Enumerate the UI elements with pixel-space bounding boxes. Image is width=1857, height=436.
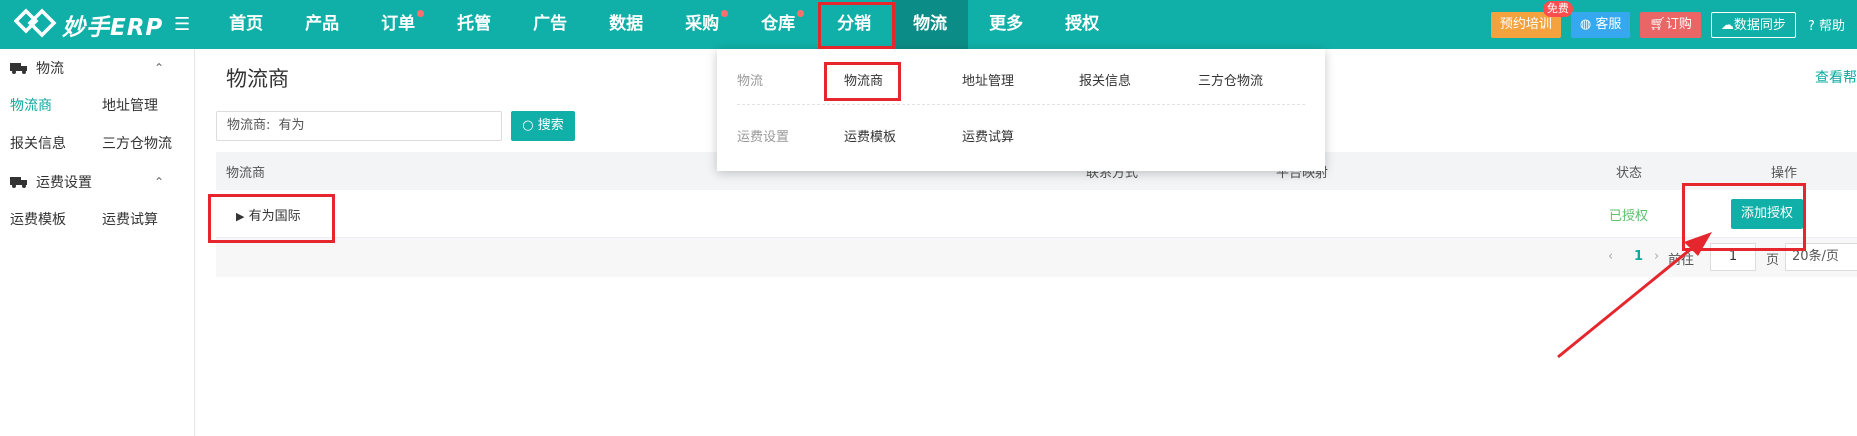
cart-icon: 🛒︎ [1649,16,1666,32]
dropdown-row-logistics: 物流 物流商 地址管理 报关信息 三方仓物流 [737,49,1305,105]
header-provider: 物流商 [226,165,266,181]
dropdown-group-label: 物流 [737,74,764,89]
truck-icon [10,63,27,74]
dropdown-item-3pl[interactable]: 三方仓物流 [1198,70,1263,89]
sidebar-item-3pl[interactable]: 三方仓物流 [92,125,184,163]
sidebar: 物流 ⌃ 物流商 地址管理 报关信息 三方仓物流 运费设置 ⌃ 运费模板 运费试… [0,49,195,436]
next-page-icon[interactable]: › [1654,249,1659,264]
nav-item-logistics[interactable]: 物流 [892,0,969,49]
nav-item-warehouse[interactable]: 仓库 [740,0,816,49]
dropdown-row-freight: 运费设置 运费模板 运费试算 [737,105,1305,161]
logistics-dropdown: 物流 物流商 地址管理 报关信息 三方仓物流 运费设置 运费模板 运费试算 [717,49,1325,171]
expand-triangle-icon[interactable]: ▶ [236,210,244,223]
dropdown-group-label: 运费设置 [737,130,790,145]
status-badge: 已授权 [1609,209,1649,224]
nav-item-purchase[interactable]: 采购 [664,0,740,49]
sidebar-item-freight-calc[interactable]: 运费试算 [92,201,184,239]
order-button[interactable]: 🛒︎订购 [1640,11,1701,38]
current-page[interactable]: 1 [1634,249,1643,264]
sidebar-item-customs[interactable]: 报关信息 [0,125,92,163]
search-input[interactable]: 物流商: 有为 [216,111,502,141]
sidebar-item-freight-template[interactable]: 运费模板 [0,201,92,239]
notification-dot [721,10,729,17]
page-title: 物流商 [226,67,289,91]
dropdown-item-freight-template[interactable]: 运费模板 [844,126,896,145]
nav-item-distribution[interactable]: 分销 [816,0,892,49]
headset-icon: ◍ [1579,16,1592,32]
nav-item-orders[interactable]: 订单 [360,0,436,49]
prev-page-icon[interactable]: ‹ [1608,249,1613,264]
nav-item-more[interactable]: 更多 [968,0,1044,49]
menu-toggle-icon[interactable]: ☰ [174,14,190,35]
top-right-actions: 预约培训 免费 ◍ 客服 🛒︎订购 ☁数据同步 ? 帮助 [1490,0,1857,49]
top-nav-bar: 妙手ERP ☰ 首页 产品 订单 托管 广告 数据 采购 仓库 分销 物流 更多… [0,0,1857,49]
nav-item-authorization[interactable]: 授权 [1044,0,1120,49]
page-unit-label: 页 [1766,253,1780,268]
chevron-up-icon: ⌃ [153,175,164,189]
header-action: 操作 [1771,165,1798,181]
provider-name[interactable]: ▶ 有为国际 [236,205,301,224]
nav-item-ads[interactable]: 广告 [512,0,588,49]
dropdown-item-customs[interactable]: 报关信息 [1079,70,1131,89]
search-value: 有为 [278,118,305,133]
sidebar-item-providers[interactable]: 物流商 [0,87,92,125]
chevron-up-icon: ⌃ [153,61,164,75]
search-label: 物流商: [227,118,271,133]
sidebar-group-freight[interactable]: 运费设置 ⌃ [0,163,194,201]
notification-dot [797,10,805,17]
nav-item-hosting[interactable]: 托管 [436,0,512,49]
nav-item-data[interactable]: 数据 [588,0,664,49]
help-icon: ? [1807,19,1815,34]
goto-label: 前往 [1668,253,1695,268]
add-authorization-button[interactable]: 添加授权 [1731,199,1803,229]
data-sync-button[interactable]: ☁数据同步 [1710,11,1796,38]
sidebar-item-address[interactable]: 地址管理 [92,87,184,125]
main-nav: 首页 产品 订单 托管 广告 数据 采购 仓库 分销 物流 更多 授权 [208,0,1120,49]
logo-text: 妙手ERP [62,14,164,41]
dropdown-item-providers[interactable]: 物流商 [844,70,883,89]
logo-icon [14,8,57,37]
page-size-select[interactable]: 20条/页 [1785,243,1857,271]
dropdown-item-address[interactable]: 地址管理 [962,70,1014,89]
truck-icon [10,177,27,188]
notification-dot [417,10,425,17]
view-help-link[interactable]: 查看帮 [1815,67,1857,87]
free-badge: 免费 [1542,0,1573,17]
table-row[interactable]: ▶ 有为国际 已授权 添加授权 [216,190,1857,238]
sidebar-group-logistics[interactable]: 物流 ⌃ [0,49,194,87]
nav-item-products[interactable]: 产品 [284,0,360,49]
page-number-input[interactable]: 1 [1710,243,1756,271]
customer-service-button[interactable]: ◍ 客服 [1570,11,1631,38]
training-button[interactable]: 预约培训 免费 [1490,0,1573,38]
logo[interactable]: 妙手ERP [0,8,170,42]
header-status: 状态 [1616,165,1643,181]
search-button[interactable]: ○ 搜索 [511,111,575,141]
dropdown-item-freight-calc[interactable]: 运费试算 [962,126,1014,145]
cloud-icon: ☁ [1720,17,1734,33]
nav-item-home[interactable]: 首页 [208,0,284,49]
search-icon: ○ [522,118,534,133]
help-link[interactable]: ? 帮助 [1808,15,1845,34]
pagination: ‹ 1 › 前往 1 页 20条/页 [216,238,1857,277]
